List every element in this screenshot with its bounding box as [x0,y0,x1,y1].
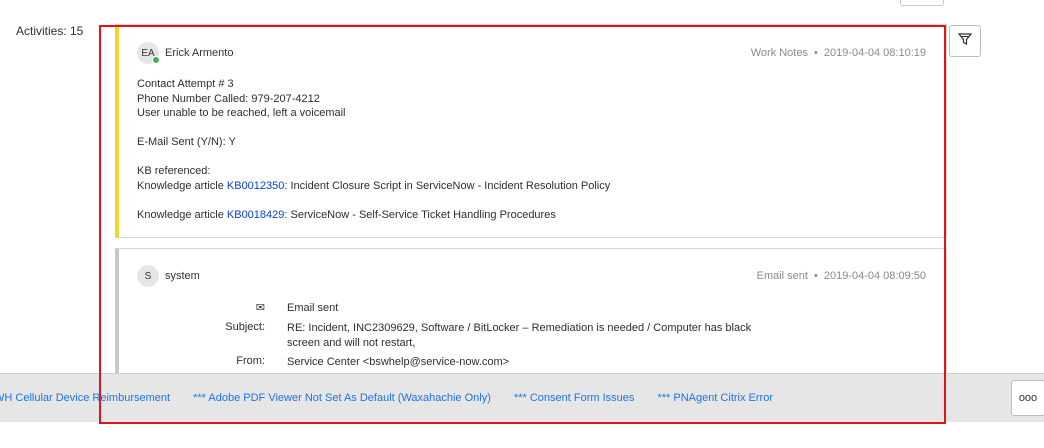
kb-prefix: Knowledge article [137,208,227,221]
related-link[interactable]: *** PNAgent Citrix Error [657,392,773,404]
email-status: Email sent [287,302,339,314]
entry-body: Contact Attempt # 3 Phone Number Called:… [137,77,610,222]
top-toolbar-button[interactable] [900,0,944,6]
related-link[interactable]: WH Cellular Device Reimbursement [0,392,170,404]
kb-link[interactable]: KB0012350 [227,180,285,192]
kb-reference-line: Knowledge article KB0012350: Incident Cl… [137,179,610,194]
filter-button[interactable] [949,25,981,57]
entry-meta: Work Notes • 2019-04-04 08:10:19 [751,47,926,59]
from-value: Service Center <bswhelp@service-now.com> [287,356,510,368]
activities-count: Activities: 15 [16,24,84,38]
kb-prefix: Knowledge article [137,179,227,192]
kb-title: : ServiceNow - Self-Service Ticket Handl… [284,208,556,221]
more-icon: ooo [1018,392,1038,404]
entry-timestamp: 2019-04-04 08:10:19 [823,47,926,59]
avatar-initials: S [144,270,152,282]
activity-entry-email: S system Email sent • 2019-04-04 08:09:50 … [115,248,947,390]
kb-reference-line: Knowledge article KB0018429: ServiceNow … [137,208,610,223]
related-links: WH Cellular Device Reimbursement *** Ado… [0,392,793,404]
note-line: E-Mail Sent (Y/N): Y [137,136,236,148]
envelope-icon: ✉ [255,302,265,314]
avatar: EA [137,42,160,64]
activity-entry-work-notes: EA Erick Armento Work Notes • 2019-04-04 0… [115,24,947,238]
presence-online-icon [152,56,160,64]
separator-dot: • [813,47,818,59]
note-line: Contact Attempt # 3 [137,78,234,90]
avatar: S [137,265,159,287]
entry-meta: Email sent • 2019-04-04 08:09:50 [757,270,926,282]
funnel-icon [957,32,973,51]
subject-label: Subject: [225,321,265,333]
note-line: KB referenced: [137,165,211,177]
related-links-bar: WH Cellular Device Reimbursement *** Ado… [0,373,1044,422]
entry-author: Erick Armento [165,47,234,59]
entry-type: Work Notes [750,47,808,59]
note-line: User unable to be reached, left a voicem… [137,107,346,119]
related-link[interactable]: *** Adobe PDF Viewer Not Set As Default … [193,392,491,404]
more-options-button[interactable]: ooo [1011,380,1044,416]
from-label: From: [236,355,265,367]
entry-type: Email sent [756,270,808,282]
entry-author: system [165,270,200,282]
separator-dot: • [813,270,818,282]
kb-title: : Incident Closure Script in ServiceNow … [284,179,611,192]
note-line: Phone Number Called: 979-207-4212 [137,92,320,105]
kb-link[interactable]: KB0018429 [227,209,285,221]
subject-value: RE: Incident, INC2309629, Software / Bit… [287,322,752,349]
related-link[interactable]: *** Consent Form Issues [514,392,634,404]
entry-timestamp: 2019-04-04 08:09:50 [823,270,926,282]
